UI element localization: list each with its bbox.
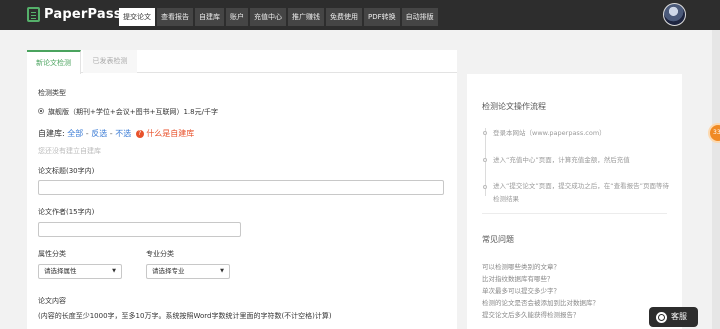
major-label: 专业分类 — [146, 250, 174, 258]
tab-published-paper[interactable]: 已发表检测 — [83, 50, 137, 73]
check-type-radio[interactable] — [38, 108, 44, 114]
nav-item-free-use[interactable]: 免费使用 — [326, 8, 362, 26]
major-select-value: 请选择专业 — [152, 267, 185, 275]
brand-name: PaperPass — [44, 7, 122, 22]
attribute-label: 属性分类 — [38, 250, 66, 258]
form-tabs: 新论文检测 已发表检测 — [27, 50, 457, 74]
step-item: 登录本网站（www.paperpass.com） — [493, 129, 606, 137]
step-dot — [483, 158, 487, 162]
top-navigation-bar: PaperPass 提交论文 查看报告 自建库 账户 充值中心 推广赚钱 免费使… — [0, 0, 720, 30]
content-length-hint: (内容的长度至少1000字，至多10万字。系统按照Word字数统计里面的字符数(… — [38, 312, 332, 320]
nav-item-pdf-convert[interactable]: PDF转换 — [364, 8, 400, 26]
step-dot — [483, 185, 487, 189]
help-icon: ? — [135, 130, 144, 138]
nav-item-view-report[interactable]: 查看报告 — [157, 8, 193, 26]
faq-title: 常见问题 — [482, 235, 514, 244]
chevron-down-icon: ▼ — [220, 268, 224, 274]
what-is-custom-library-link[interactable]: 什么是自建库 — [146, 129, 194, 138]
brand-logo[interactable]: PaperPass — [27, 7, 122, 22]
chevron-down-icon: ▼ — [112, 268, 116, 274]
custom-library-label: 自建库: — [38, 129, 65, 138]
title-label: 论文标题(30字内) — [38, 167, 95, 175]
author-label: 论文作者(15字内) — [38, 208, 95, 216]
document-icon — [27, 7, 40, 22]
nav-item-account[interactable]: 账户 — [226, 8, 248, 26]
faq-link[interactable]: 检测的论文是否会被添加到比对数据库？ — [482, 297, 599, 307]
major-select[interactable]: 请选择专业 ▼ — [146, 264, 230, 279]
main-nav: 提交论文 查看报告 自建库 账户 充值中心 推广赚钱 免费使用 PDF转换 自动… — [119, 8, 440, 26]
faq-link[interactable]: 比对指纹数据库有哪些？ — [482, 273, 554, 283]
check-type-label: 检测类型 — [38, 89, 66, 97]
flow-title: 检测论文操作流程 — [482, 102, 546, 111]
title-input[interactable] — [38, 180, 444, 195]
separator: - — [109, 129, 113, 138]
attribute-select[interactable]: 请选择属性 ▼ — [38, 264, 122, 279]
nav-item-submit-paper[interactable]: 提交论文 — [119, 8, 155, 26]
nav-item-recharge[interactable]: 充值中心 — [250, 8, 286, 26]
customer-service-label: 客服 — [671, 312, 687, 321]
customer-service-button[interactable]: 客服 — [649, 307, 698, 327]
step-item: 进入“提交论文”页面，提交成功之后，在“查看报告”页面等待检测结果 — [493, 182, 669, 203]
select-all-link[interactable]: 全部 — [67, 129, 83, 138]
attribute-select-value: 请选择属性 — [44, 267, 77, 275]
nav-item-auto-format[interactable]: 自动排版 — [401, 8, 438, 26]
separator: - — [85, 129, 89, 138]
invert-selection-link[interactable]: 反选 — [91, 129, 107, 138]
avatar[interactable] — [663, 3, 686, 26]
faq-link[interactable]: 可以检测哪些类别的文章？ — [482, 261, 560, 271]
support-icon — [656, 312, 667, 323]
floating-badge-button[interactable]: 33 — [708, 123, 720, 143]
select-none-link[interactable]: 不选 — [115, 129, 131, 138]
nav-item-referral[interactable]: 推广赚钱 — [288, 8, 324, 26]
check-type-option[interactable]: 旗舰版（期刊+学位+会议+图书+互联网）1.8元/千字 — [48, 107, 218, 117]
scrollbar-track[interactable] — [712, 30, 720, 329]
tab-new-paper[interactable]: 新论文检测 — [27, 50, 81, 74]
no-library-hint: 您还没有建立自建库 — [38, 147, 101, 155]
faq-link[interactable]: 单次最多可以提交多少字？ — [482, 285, 560, 295]
content-label: 论文内容 — [38, 297, 66, 305]
faq-link[interactable]: 提交论文后多久能获得检测报告？ — [482, 309, 580, 319]
step-item: 进入“充值中心”页面，计算充值金额，然后充值 — [493, 156, 630, 164]
nav-item-custom-library[interactable]: 自建库 — [195, 8, 224, 26]
custom-library-row: 自建库: 全部 - 反选 - 不选 ? 什么是自建库 — [38, 128, 194, 139]
step-dot — [483, 131, 487, 135]
author-input[interactable] — [38, 222, 241, 237]
sidebar-divider — [482, 213, 667, 214]
